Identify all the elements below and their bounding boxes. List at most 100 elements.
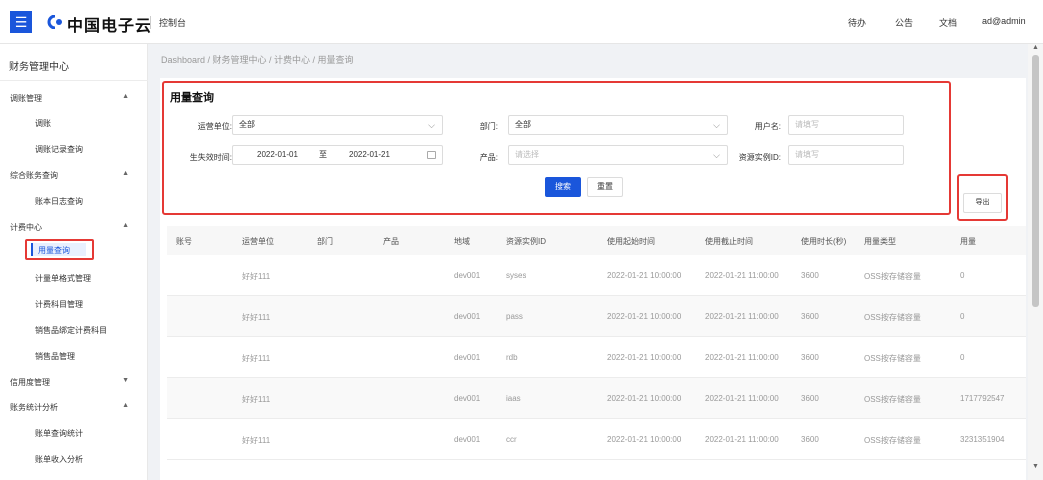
product-placeholder: 请选择 xyxy=(515,150,539,159)
cell: 好好111 xyxy=(242,436,271,445)
cell: 好好111 xyxy=(242,354,271,363)
cell: 2022-01-21 10:00:00 xyxy=(607,312,682,321)
cell: 3600 xyxy=(801,353,819,362)
search-button[interactable]: 搜索 xyxy=(545,177,581,197)
cell: 2022-01-21 10:00:00 xyxy=(607,271,682,280)
cell: rdb xyxy=(506,353,518,362)
sidebar: 财务管理中心 调账管理 ▲ 调账 调账记录查询 综合账务查询 ▲ 账本日志查询 … xyxy=(0,44,148,480)
announcement-link[interactable]: 公告 xyxy=(895,16,913,29)
cell: 1717792547 xyxy=(960,394,1005,403)
table-row[interactable]: 好好111 dev001 pass 2022-01-21 10:00:00 20… xyxy=(167,296,1026,337)
cell: OSS按存储容量 xyxy=(864,354,921,363)
chevron-down-icon: ⌵ xyxy=(428,120,435,130)
query-form: 用量查询 运营单位: 全部 ⌵ 部门: 全部 ⌵ 用户名: 请填写 生失效时间:… xyxy=(162,81,951,215)
operator-select[interactable]: 全部 ⌵ xyxy=(232,115,443,135)
sidebar-item-adjust[interactable]: 调账 xyxy=(35,118,51,129)
time-label: 生失效时间: xyxy=(189,153,232,162)
cell: 2022-01-21 10:00:00 xyxy=(607,394,682,403)
table-row[interactable]: 好好111 dev001 ccr 2022-01-21 10:00:00 202… xyxy=(167,419,1026,460)
cell: 好好111 xyxy=(242,395,271,404)
sidebar-item-label: 用量查询 xyxy=(38,246,70,255)
export-button[interactable]: 导出 xyxy=(963,193,1002,213)
cell: OSS按存储容量 xyxy=(864,313,921,322)
cell: syses xyxy=(506,271,527,280)
chevron-up-icon[interactable]: ▲ xyxy=(122,402,129,409)
column-header: 运营单位 xyxy=(242,237,274,246)
scroll-thumb[interactable] xyxy=(1032,55,1039,307)
sidebar-group-billing[interactable]: 计费中心 xyxy=(10,222,42,233)
sidebar-group-adjust[interactable]: 调账管理 xyxy=(10,93,42,104)
table-row[interactable]: 好好111 dev001 iaas 2022-01-21 10:00:00 20… xyxy=(167,378,1026,419)
date-start[interactable]: 2022-01-01 xyxy=(257,146,298,164)
chevron-down-icon: ⌵ xyxy=(713,120,720,130)
vertical-scrollbar[interactable]: ▲ ▼ xyxy=(1028,44,1043,480)
date-separator: 至 xyxy=(319,150,327,159)
product-label: 产品: xyxy=(479,153,498,162)
column-header: 使用截止时间 xyxy=(705,237,753,246)
instance-label: 资源实例ID: xyxy=(738,153,781,162)
cell: 3231351904 xyxy=(960,435,1005,444)
sidebar-item-billing-subject[interactable]: 计费科目管理 xyxy=(35,299,83,310)
column-header: 资源实例ID xyxy=(506,237,546,246)
product-select[interactable]: 请选择 ⌵ xyxy=(508,145,728,165)
top-bar: ☰ 中国电子云 控制台 待办 公告 文档 ad@admin xyxy=(0,0,1043,44)
cell: 3600 xyxy=(801,312,819,321)
username-input[interactable]: 请填写 xyxy=(788,115,904,135)
cell: 0 xyxy=(960,271,965,280)
sidebar-item-product-binding[interactable]: 销售品绑定计费科目 xyxy=(35,325,107,336)
cell: iaas xyxy=(506,394,521,403)
sidebar-item-bill-statistics[interactable]: 账单查询统计 xyxy=(35,428,83,439)
divider xyxy=(150,16,151,29)
console-link[interactable]: 控制台 xyxy=(159,16,186,29)
chevron-up-icon[interactable]: ▲ xyxy=(122,222,129,229)
cell: dev001 xyxy=(454,435,481,444)
instance-id-input[interactable]: 请填写 xyxy=(788,145,904,165)
sidebar-group-credit[interactable]: 信用度管理 xyxy=(10,377,50,388)
column-header: 使用时长(秒) xyxy=(801,237,847,246)
brand-logo-icon xyxy=(47,15,62,29)
sidebar-item-product-manage[interactable]: 销售品管理 xyxy=(35,351,75,362)
operator-label: 运营单位: xyxy=(197,122,232,131)
sidebar-item-bill-revenue[interactable]: 账单收入分析 xyxy=(35,454,83,465)
calendar-icon xyxy=(427,151,436,159)
sidebar-item-meter-format[interactable]: 计量单格式管理 xyxy=(35,273,91,284)
page-title: 用量查询 xyxy=(170,92,214,104)
cell: dev001 xyxy=(454,271,481,280)
date-end[interactable]: 2022-01-21 xyxy=(349,146,390,164)
column-header: 部门 xyxy=(317,237,333,246)
cell: pass xyxy=(506,312,523,321)
chevron-down-icon[interactable]: ▼ xyxy=(122,377,129,384)
scroll-down-icon[interactable]: ▼ xyxy=(1032,463,1039,470)
table-header: 账号 运营单位 部门 产品 地域 资源实例ID 使用起始时间 使用截止时间 使用… xyxy=(167,226,1026,255)
sidebar-group-statistics[interactable]: 账务统计分析 xyxy=(10,402,58,413)
cell: 2022-01-21 11:00:00 xyxy=(705,353,779,362)
chevron-up-icon[interactable]: ▲ xyxy=(122,170,129,177)
user-menu[interactable]: ad@admin xyxy=(982,16,1026,26)
date-range-picker[interactable]: 2022-01-01 至 2022-01-21 xyxy=(232,145,443,165)
column-header: 使用起始时间 xyxy=(607,237,655,246)
brand-name: 中国电子云 xyxy=(67,18,153,35)
cell: dev001 xyxy=(454,353,481,362)
cell: OSS按存储容量 xyxy=(864,272,921,281)
sidebar-item-adjust-records[interactable]: 调账记录查询 xyxy=(35,144,83,155)
chevron-up-icon[interactable]: ▲ xyxy=(122,93,129,100)
table-row[interactable]: 好好111 dev001 syses 2022-01-21 10:00:00 2… xyxy=(167,255,1026,296)
sidebar-group-account-query[interactable]: 综合账务查询 xyxy=(10,170,58,181)
sidebar-item-usage-query[interactable]: 用量查询 xyxy=(25,239,94,260)
dept-select[interactable]: 全部 ⌵ xyxy=(508,115,728,135)
scroll-up-icon[interactable]: ▲ xyxy=(1032,44,1039,51)
cell: 3600 xyxy=(801,271,819,280)
menu-icon[interactable]: ☰ xyxy=(10,11,32,33)
sidebar-item-ledger-log[interactable]: 账本日志查询 xyxy=(35,196,83,207)
table-row[interactable]: 好好111 dev001 rdb 2022-01-21 10:00:00 202… xyxy=(167,337,1026,378)
dept-label: 部门: xyxy=(479,122,498,131)
column-header: 用量 xyxy=(960,237,976,246)
reset-button[interactable]: 重置 xyxy=(587,177,623,197)
cell: 2022-01-21 11:00:00 xyxy=(705,435,779,444)
cell: ccr xyxy=(506,435,517,444)
docs-link[interactable]: 文档 xyxy=(939,16,957,29)
column-header: 地域 xyxy=(454,237,470,246)
todo-link[interactable]: 待办 xyxy=(848,16,866,29)
column-header: 账号 xyxy=(176,237,192,246)
active-indicator xyxy=(31,243,33,256)
